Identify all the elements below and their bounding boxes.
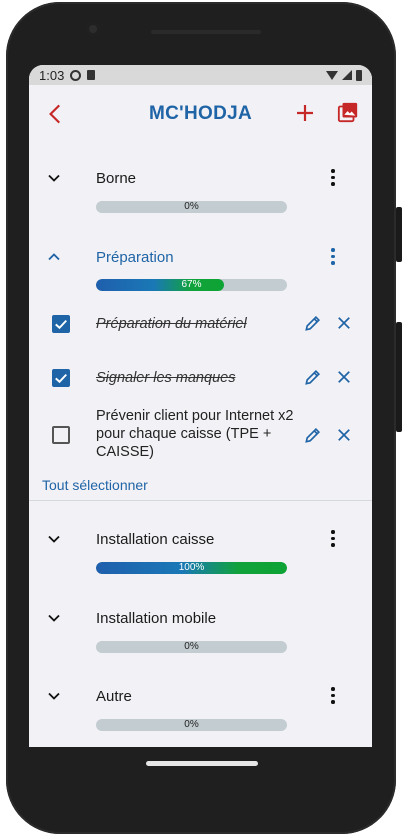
pencil-icon[interactable] — [303, 313, 323, 333]
more-vert-icon[interactable] — [329, 687, 337, 705]
battery-icon — [356, 69, 362, 81]
progress-label: 0% — [184, 201, 199, 212]
chevron-down-icon[interactable] — [44, 168, 64, 188]
more-vert-icon[interactable] — [329, 248, 337, 266]
front-camera — [86, 22, 100, 36]
more-vert-icon[interactable] — [329, 169, 337, 187]
checkmark-icon — [55, 319, 67, 330]
pencil-icon[interactable] — [303, 367, 323, 387]
volume-button — [396, 207, 402, 262]
settings-status-icon — [70, 69, 82, 81]
earpiece-speaker — [151, 30, 261, 34]
task-checkbox[interactable] — [52, 426, 70, 444]
gesture-home-bar[interactable] — [146, 761, 258, 766]
section-title[interactable]: Installation caisse — [96, 531, 214, 548]
progress-bar: 67% — [96, 279, 287, 291]
chevron-down-icon[interactable] — [44, 608, 64, 628]
chevron-up-icon[interactable] — [44, 247, 64, 267]
task-label: Préparation du matériel — [96, 316, 247, 332]
chevron-down-icon[interactable] — [44, 686, 64, 706]
select-all-link[interactable]: Tout sélectionner — [42, 477, 148, 493]
cell-signal-icon — [342, 70, 352, 80]
more-vert-icon[interactable] — [329, 530, 337, 548]
power-button — [396, 322, 402, 432]
progress-bar: 0% — [96, 201, 287, 213]
status-time: 1:03 — [39, 67, 65, 83]
task-checkbox[interactable] — [52, 315, 70, 333]
checkmark-icon — [55, 373, 67, 384]
task-label: Signaler les manques — [96, 370, 236, 386]
progress-label: 0% — [184, 719, 199, 730]
pencil-icon[interactable] — [303, 425, 323, 445]
task-checkbox[interactable] — [52, 369, 70, 387]
progress-bar: 100% — [96, 562, 287, 574]
chevron-down-icon[interactable] — [44, 529, 64, 549]
progress-label: 67% — [181, 279, 202, 290]
divider — [29, 500, 372, 501]
progress-label: 0% — [184, 641, 199, 652]
status-bar: 1:03 — [29, 65, 372, 85]
section-title[interactable]: Installation mobile — [96, 610, 216, 627]
close-icon[interactable] — [335, 368, 353, 386]
plus-icon[interactable] — [293, 101, 317, 125]
section-title[interactable]: Préparation — [96, 249, 174, 266]
app-bar: MC'HODJA — [29, 85, 372, 143]
section-title[interactable]: Autre — [96, 688, 132, 705]
close-icon[interactable] — [335, 426, 353, 444]
progress-bar: 0% — [96, 641, 287, 653]
wifi-icon — [326, 70, 338, 80]
close-icon[interactable] — [335, 314, 353, 332]
task-label: Prévenir client pour Internet x2 pour ch… — [96, 408, 294, 460]
progress-bar: 0% — [96, 719, 287, 731]
progress-label: 100% — [178, 562, 205, 573]
photo-library-icon[interactable] — [337, 101, 359, 123]
page-title: MC'HODJA — [149, 103, 252, 124]
app-screen: 1:03 MC'HODJA Borne 0% Préparation 67% P… — [29, 65, 372, 747]
sim-card-icon — [87, 70, 96, 80]
section-title[interactable]: Borne — [96, 170, 136, 187]
